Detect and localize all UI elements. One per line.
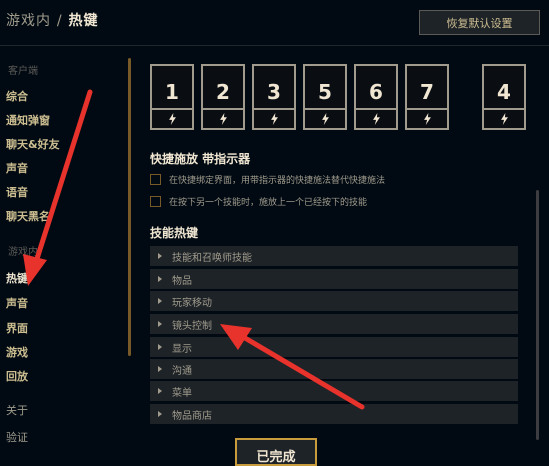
sidebar-item-interface[interactable]: 界面 [6,320,28,336]
lightning-bolt-icon [168,113,176,125]
key-slot-1[interactable]: 1 [150,64,194,130]
settings-window: 游戏内 / 热键 恢复默认设置 客户端 综合 通知弹窗 聊天&好友 声音 语音 … [0,0,549,466]
hotkey-category-label: 沟通 [172,365,192,377]
hotkey-category-label: 菜单 [172,387,192,399]
checkbox-icon[interactable] [150,174,161,185]
lightning-bolt-icon [321,113,329,125]
sidebar-item-about[interactable]: 关于 [6,402,28,418]
sidebar-item-voice[interactable]: 语音 [6,184,28,200]
sidebar-item-hotkeys[interactable]: 热键 [6,270,28,286]
key-label: 1 [165,80,179,104]
lightning-bolt-icon [219,113,227,125]
breadcrumb-current: 热键 [68,13,99,29]
key-slot-3[interactable]: 3 [252,64,296,130]
checkbox-icon[interactable] [150,196,161,207]
caret-right-icon [158,411,162,417]
content-scrollbar[interactable] [536,190,539,440]
key-label: 6 [369,80,383,104]
breadcrumb: 游戏内 / 热键 [6,10,98,30]
key-label: 5 [318,80,332,104]
lightning-bolt-icon [372,113,380,125]
caret-right-icon [158,344,162,350]
quickcast-section-title: 快捷施放 带指示器 [150,152,251,166]
key-slot-4[interactable]: 4 [482,64,526,130]
sidebar-section-ingame: 游戏内 [8,247,38,258]
breadcrumb-parent[interactable]: 游戏内 [6,13,51,29]
caret-right-icon [158,298,162,304]
sidebar-item-blocklist[interactable]: 聊天黑名 [6,208,50,224]
hotkey-category-label: 玩家移动 [172,297,212,309]
caret-right-icon [158,276,162,282]
quickcast-option-row[interactable]: 在按下另一个技能时，施放上一个已经按下的技能 [150,195,367,208]
hotkey-category-label: 物品 [172,275,192,287]
hotkey-category-items[interactable]: 物品 [150,269,518,289]
hotkey-category-item-shop[interactable]: 物品商店 [150,404,518,424]
hotkey-category-display[interactable]: 显示 [150,337,518,357]
sidebar-item-general[interactable]: 综合 [6,88,28,104]
key-slot-footer [356,108,396,128]
hotkeys-section-title: 技能热键 [150,226,199,240]
key-label: 2 [216,80,230,104]
hotkey-category-abilities[interactable]: 技能和召唤师技能 [150,246,518,266]
sidebar-item-notifications[interactable]: 通知弹窗 [6,112,50,128]
key-label: 3 [267,80,281,104]
key-slot-footer [254,108,294,128]
hotkey-category-label: 物品商店 [172,410,212,422]
sidebar-scrollbar[interactable] [128,58,131,356]
hotkey-category-camera-control[interactable]: 镜头控制 [150,314,518,334]
sidebar-item-client-sound[interactable]: 声音 [6,160,28,176]
hotkey-category-label: 显示 [172,343,192,355]
key-slot-7[interactable]: 7 [405,64,449,130]
hotkey-category-player-movement[interactable]: 玩家移动 [150,291,518,311]
sidebar-item-replay[interactable]: 回放 [6,368,28,384]
sidebar-item-game[interactable]: 游戏 [6,344,28,360]
lightning-bolt-icon [500,113,508,125]
sidebar-item-chat-friends[interactable]: 聊天&好友 [6,136,60,152]
key-slot-2[interactable]: 2 [201,64,245,130]
hotkey-category-label: 镜头控制 [172,320,212,332]
key-slot-footer [152,108,192,128]
caret-right-icon [158,253,162,259]
caret-right-icon [158,321,162,327]
sidebar-item-ingame-sound[interactable]: 声音 [6,295,28,311]
quickcast-option-label: 在按下另一个技能时，施放上一个已经按下的技能 [169,198,368,208]
key-slot-footer [305,108,345,128]
sidebar-section-client: 客户端 [8,66,38,77]
lightning-bolt-icon [270,113,278,125]
caret-right-icon [158,388,162,394]
quickcast-option-row[interactable]: 在快捷绑定界面，用带指示器的快捷施法替代快捷施法 [150,173,385,186]
key-slot-footer [203,108,243,128]
hotkey-category-menu[interactable]: 菜单 [150,381,518,401]
key-label: 7 [420,80,434,104]
breadcrumb-separator: / [56,13,63,29]
hotkey-category-label: 技能和召唤师技能 [172,252,252,264]
quickcast-option-label: 在快捷绑定界面，用带指示器的快捷施法替代快捷施法 [169,176,386,186]
sidebar-item-verification[interactable]: 验证 [6,429,28,445]
hotkey-category-communication[interactable]: 沟通 [150,359,518,379]
key-slot-5[interactable]: 5 [303,64,347,130]
done-button[interactable]: 已完成 [235,438,317,466]
key-slot-6[interactable]: 6 [354,64,398,130]
caret-right-icon [158,366,162,372]
key-label: 4 [497,80,511,104]
key-slot-footer [484,108,524,128]
key-slot-footer [407,108,447,128]
header-divider [0,45,549,46]
reset-defaults-button[interactable]: 恢复默认设置 [419,10,540,35]
lightning-bolt-icon [423,113,431,125]
